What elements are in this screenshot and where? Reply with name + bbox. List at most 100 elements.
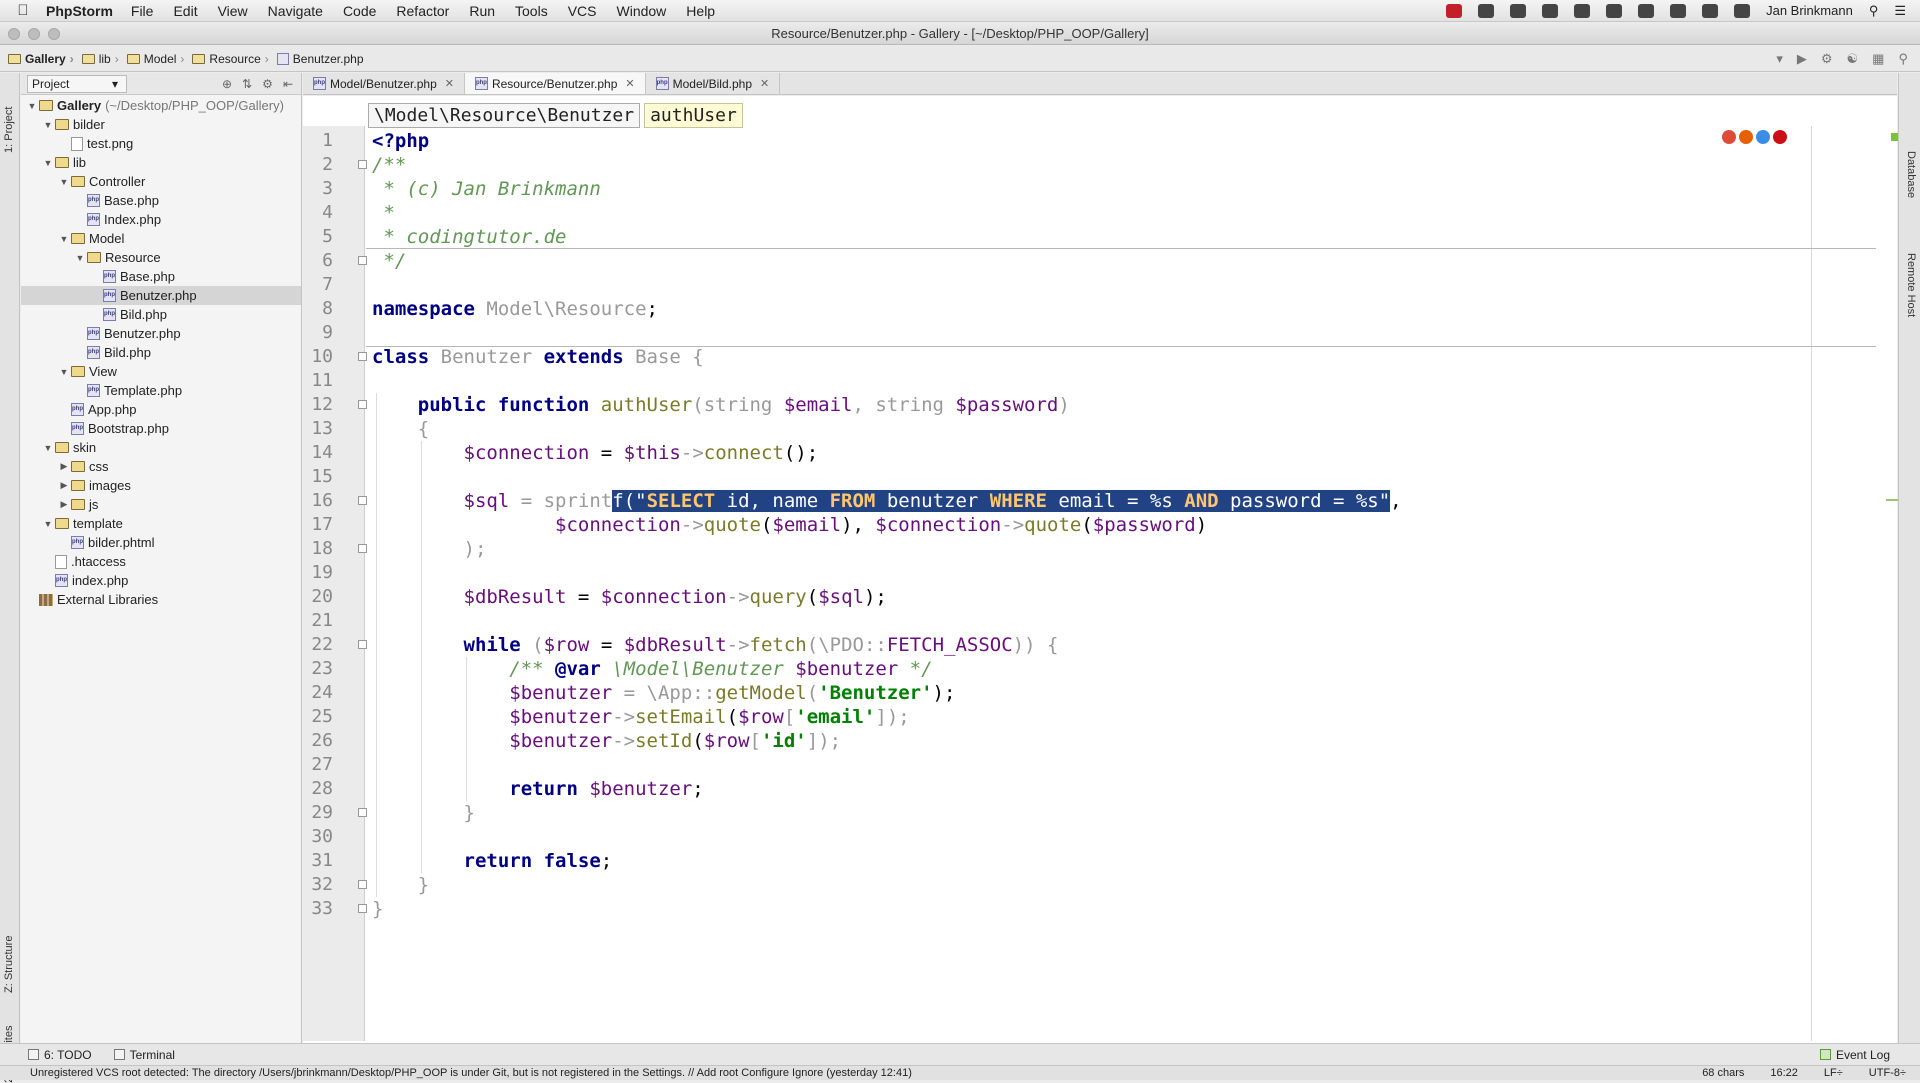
line-number[interactable]: 16 xyxy=(303,489,333,513)
close-tab-icon[interactable]: ✕ xyxy=(445,77,454,90)
tree-item[interactable]: php Benutzer.php xyxy=(21,324,301,343)
menu-item[interactable]: View xyxy=(218,3,248,19)
remote-host-tool-button[interactable]: Remote Host xyxy=(1905,253,1917,317)
run-config-dropdown[interactable]: ▾ xyxy=(1776,51,1783,67)
code-line[interactable]: 16 $sql = sprintf("SELECT id, name FROM … xyxy=(303,489,1863,513)
code-line[interactable]: 30 xyxy=(303,825,1863,849)
tree-item[interactable]: php index.php xyxy=(21,571,301,590)
line-number[interactable]: 6 xyxy=(303,249,333,273)
code-line[interactable]: 27 xyxy=(303,753,1863,777)
code-line[interactable]: 7 xyxy=(303,273,1863,297)
expanded-arrow-icon[interactable]: ▼ xyxy=(57,177,71,187)
database-tool-button[interactable]: Database xyxy=(1905,151,1917,198)
project-view-select[interactable]: Project ▾ xyxy=(27,74,127,93)
code-line[interactable]: 1 <?php xyxy=(303,129,1863,153)
menu-item[interactable]: Refactor xyxy=(396,3,449,19)
tree-item[interactable]: test.png xyxy=(21,134,301,153)
collapsed-arrow-icon[interactable]: ▶ xyxy=(57,480,71,491)
line-number[interactable]: 19 xyxy=(303,561,333,585)
code-line[interactable]: 11 xyxy=(303,369,1863,393)
code-line[interactable]: 24 $benutzer = \App::getModel('Benutzer'… xyxy=(303,681,1863,705)
line-number[interactable]: 4 xyxy=(303,201,333,225)
expanded-arrow-icon[interactable]: ▼ xyxy=(57,367,71,377)
tree-item[interactable]: ▼ View xyxy=(21,362,301,381)
tree-item[interactable]: php Bild.php xyxy=(21,343,301,362)
dropbox-icon[interactable] xyxy=(1478,3,1495,18)
hide-panel-icon[interactable]: ⇤ xyxy=(283,77,293,91)
code-line[interactable]: 5 * codingtutor.de xyxy=(303,225,1863,249)
time-machine-icon[interactable] xyxy=(1734,3,1751,18)
tree-item[interactable]: ▶ images xyxy=(21,476,301,495)
line-number[interactable]: 21 xyxy=(303,609,333,633)
line-number[interactable]: 9 xyxy=(303,321,333,345)
collapsed-arrow-icon[interactable]: ▶ xyxy=(57,499,71,510)
menu-item[interactable]: Navigate xyxy=(268,3,323,19)
line-number[interactable]: 2 xyxy=(303,153,333,177)
menu-item[interactable]: Code xyxy=(343,3,376,19)
line-separator[interactable]: LF÷ xyxy=(1824,1067,1843,1079)
breadcrumb-item[interactable]: Gallery › xyxy=(8,52,78,66)
line-number[interactable]: 23 xyxy=(303,657,333,681)
line-number[interactable]: 25 xyxy=(303,705,333,729)
chrome-icon[interactable] xyxy=(1722,130,1736,144)
tree-item[interactable]: php Index.php xyxy=(21,210,301,229)
menu-item[interactable]: Help xyxy=(686,3,715,19)
line-number[interactable]: 31 xyxy=(303,849,333,873)
code-line[interactable]: 33} xyxy=(303,897,1863,921)
project-tool-button[interactable]: 1: Project xyxy=(3,107,15,153)
line-number[interactable]: 7 xyxy=(303,273,333,297)
notification-center-icon[interactable]: ☰ xyxy=(1894,3,1906,19)
scope-function[interactable]: authUser xyxy=(644,103,743,128)
fold-marker-icon[interactable] xyxy=(358,160,367,169)
code-line[interactable]: 20 $dbResult = $connection->query($sql); xyxy=(303,585,1863,609)
tree-item[interactable]: ▼ lib xyxy=(21,153,301,172)
line-number[interactable]: 8 xyxy=(303,297,333,321)
line-number[interactable]: 22 xyxy=(303,633,333,657)
line-number[interactable]: 14 xyxy=(303,441,333,465)
menu-item[interactable]: Window xyxy=(617,3,667,19)
plus-icon[interactable] xyxy=(1542,3,1559,18)
breadcrumb-item[interactable]: Benutzer.php xyxy=(276,52,364,66)
code-line[interactable]: 12 public function authUser(string $emai… xyxy=(303,393,1863,417)
search-icon[interactable]: ⚲ xyxy=(1898,51,1908,67)
tree-item[interactable]: php Template.php xyxy=(21,381,301,400)
menu-item[interactable]: Edit xyxy=(173,3,197,19)
close-tab-icon[interactable]: ✕ xyxy=(760,77,769,90)
line-number[interactable]: 29 xyxy=(303,801,333,825)
line-number[interactable]: 5 xyxy=(303,225,333,249)
fold-marker-icon[interactable] xyxy=(358,256,367,265)
inspection-warning-marker[interactable] xyxy=(1886,499,1898,501)
editor-tab[interactable]: php Resource/Benutzer.php ✕ xyxy=(464,73,646,94)
code-line[interactable]: 31 return false; xyxy=(303,849,1863,873)
line-number[interactable]: 17 xyxy=(303,513,333,537)
line-number[interactable]: 18 xyxy=(303,537,333,561)
code-line[interactable]: 18 ); xyxy=(303,537,1863,561)
scroll-from-source-icon[interactable]: ⊕ xyxy=(222,77,232,91)
editor-tab[interactable]: php Model/Benutzer.php ✕ xyxy=(303,73,465,94)
run-icon[interactable]: ▶ xyxy=(1797,51,1807,67)
breadcrumb-item[interactable]: Resource › xyxy=(192,52,272,66)
collapse-all-icon[interactable]: ⇅ xyxy=(242,77,252,91)
code-editor[interactable]: \Model\Resource\Benutzer authUser 1 <?php… xyxy=(303,96,1897,1043)
expanded-arrow-icon[interactable]: ▼ xyxy=(25,101,39,111)
code-line[interactable]: 15 xyxy=(303,465,1863,489)
line-number[interactable]: 1 xyxy=(303,129,333,153)
scope-namespace[interactable]: \Model\Resource\Benutzer xyxy=(368,103,641,128)
tree-item[interactable]: ▼ Controller xyxy=(21,172,301,191)
tree-item[interactable]: ▼ template xyxy=(21,514,301,533)
tree-item[interactable]: php bilder.phtml xyxy=(21,533,301,552)
bluetooth-icon[interactable] xyxy=(1702,3,1719,18)
gear-icon[interactable]: ⚙ xyxy=(262,77,273,91)
fold-marker-icon[interactable] xyxy=(358,640,367,649)
tree-item[interactable]: ▼ Gallery (~/Desktop/PHP_OOP/Gallery) xyxy=(21,96,301,115)
line-number[interactable]: 15 xyxy=(303,465,333,489)
code-line[interactable]: 21 xyxy=(303,609,1863,633)
tree-item[interactable]: ▼ skin xyxy=(21,438,301,457)
opera-icon[interactable] xyxy=(1773,130,1787,144)
line-number[interactable]: 12 xyxy=(303,393,333,417)
expanded-arrow-icon[interactable]: ▼ xyxy=(57,234,71,244)
fold-marker-icon[interactable] xyxy=(358,880,367,889)
file-encoding[interactable]: UTF-8÷ xyxy=(1869,1067,1906,1079)
code-line[interactable]: 8 namespace Model\Resource; xyxy=(303,297,1863,321)
editor-tab[interactable]: php Model/Bild.php ✕ xyxy=(646,73,781,94)
